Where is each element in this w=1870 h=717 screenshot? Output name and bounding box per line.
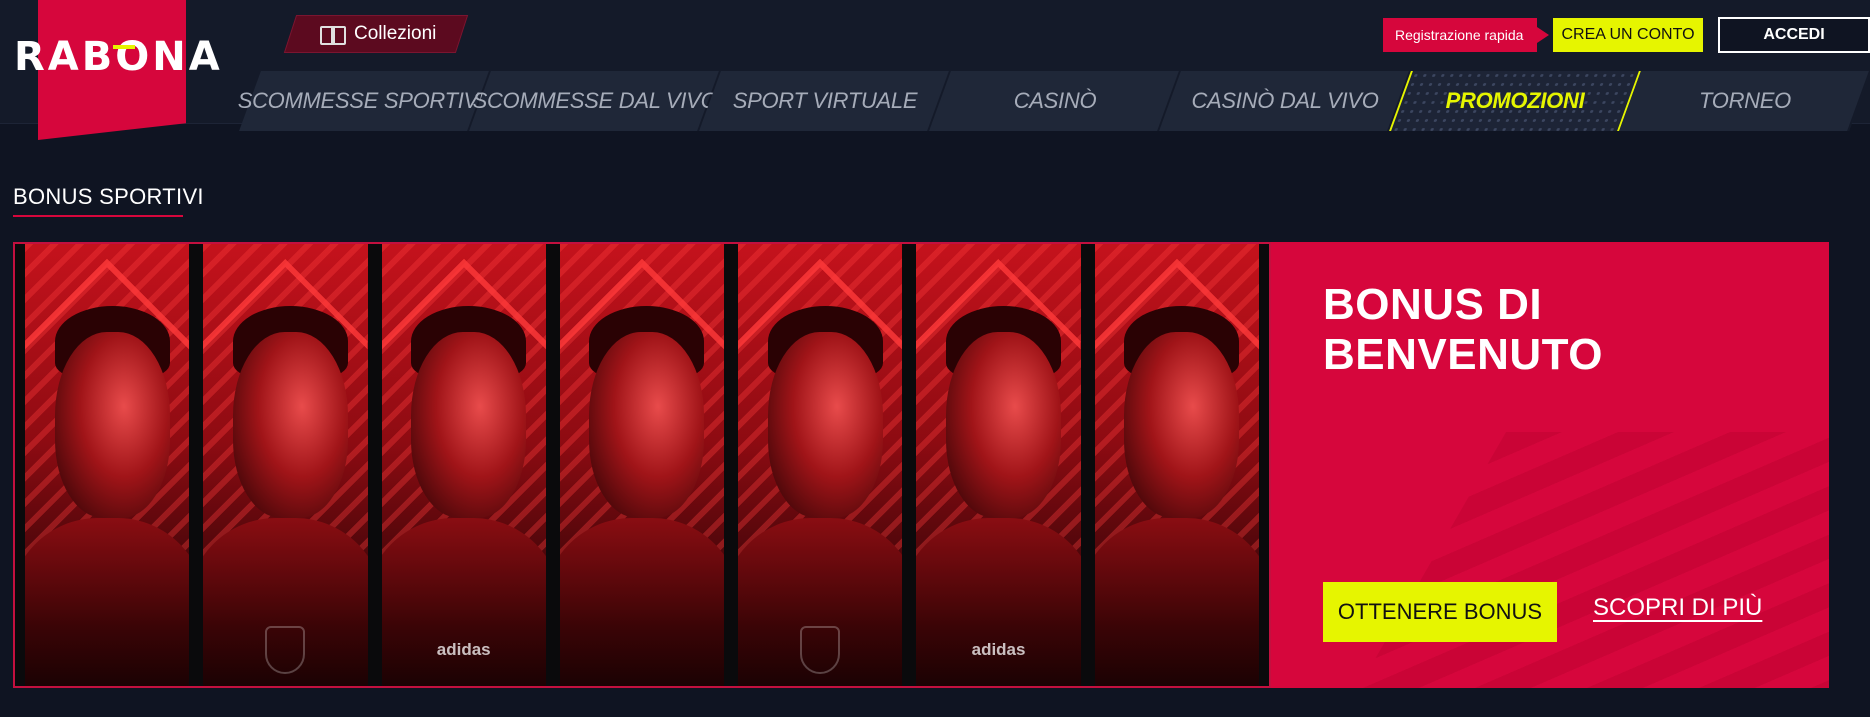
create-account-button[interactable]: CREA UN CONTO bbox=[1553, 18, 1703, 52]
nav-item-label: SPORT VIRTUALE bbox=[732, 88, 918, 113]
nav-item-label: CASINÒ bbox=[1013, 88, 1097, 113]
book-icon bbox=[320, 25, 346, 45]
nav-item-casino-dal-vivo[interactable]: CASINÒ DAL VIVO bbox=[1159, 71, 1411, 131]
player-panel bbox=[559, 244, 725, 686]
nav-item-scommesse-sportive[interactable]: SCOMMESSE SPORTIVE bbox=[237, 71, 493, 131]
quick-registration-badge[interactable]: Registrazione rapida bbox=[1383, 18, 1550, 52]
learn-more-link[interactable]: SCOPRI DI PIÙ bbox=[1593, 594, 1762, 622]
promo-panel: BONUS DI BENVENUTO OTTENERE BONUS SCOPRI… bbox=[1271, 242, 1829, 688]
site-header: Collezioni Registrazione rapida CREA UN … bbox=[0, 0, 1870, 131]
kit-brand-logo: adidas bbox=[971, 640, 1026, 659]
welcome-bonus-banner: adidas adidas BONUS DI BENVENUTO OTTENER… bbox=[13, 242, 1829, 688]
nav-item-casino[interactable]: CASINÒ bbox=[929, 71, 1181, 131]
login-button[interactable]: ACCEDI bbox=[1718, 17, 1870, 53]
site-logo[interactable]: RABONA bbox=[14, 34, 223, 80]
club-crest-icon bbox=[800, 626, 841, 674]
player-panel bbox=[25, 244, 190, 686]
club-crest-icon bbox=[265, 626, 306, 674]
player-panel bbox=[1094, 244, 1259, 686]
get-bonus-button[interactable]: OTTENERE BONUS bbox=[1323, 582, 1557, 642]
collections-label: Collezioni bbox=[354, 23, 437, 44]
kit-brand-logo: adidas bbox=[436, 640, 491, 659]
nav-item-label: TORNEO bbox=[1699, 88, 1791, 113]
nav-item-promozioni[interactable]: PROMOZIONI bbox=[1389, 71, 1641, 131]
main-nav: SCOMMESSE SPORTIVE SCOMMESSE DAL VIVO SP… bbox=[237, 71, 1870, 131]
nav-item-label: SCOMMESSE DAL VIVO bbox=[472, 88, 718, 113]
player-panel: adidas bbox=[916, 244, 1081, 686]
player-panel bbox=[203, 244, 368, 686]
nav-item-torneo[interactable]: TORNEO bbox=[1619, 71, 1870, 131]
nav-item-sport-virtuale[interactable]: SPORT VIRTUALE bbox=[699, 71, 951, 131]
nav-item-label: PROMOZIONI bbox=[1445, 88, 1585, 113]
decorative-stripes bbox=[1355, 432, 1829, 688]
section-title: BONUS SPORTIVI bbox=[13, 184, 204, 209]
section-title-underline bbox=[13, 215, 183, 217]
promo-title: BONUS DI BENVENUTO bbox=[1323, 280, 1603, 379]
players-image: adidas adidas bbox=[13, 242, 1271, 688]
nav-item-label: SCOMMESSE SPORTIVE bbox=[237, 88, 493, 113]
nav-item-scommesse-dal-vivo[interactable]: SCOMMESSE DAL VIVO bbox=[469, 71, 721, 131]
player-panel: adidas bbox=[381, 244, 546, 686]
logo-accent-mark bbox=[113, 45, 135, 49]
nav-item-label: CASINÒ DAL VIVO bbox=[1191, 88, 1379, 113]
player-panel bbox=[738, 244, 903, 686]
collections-button[interactable]: Collezioni bbox=[320, 15, 436, 53]
